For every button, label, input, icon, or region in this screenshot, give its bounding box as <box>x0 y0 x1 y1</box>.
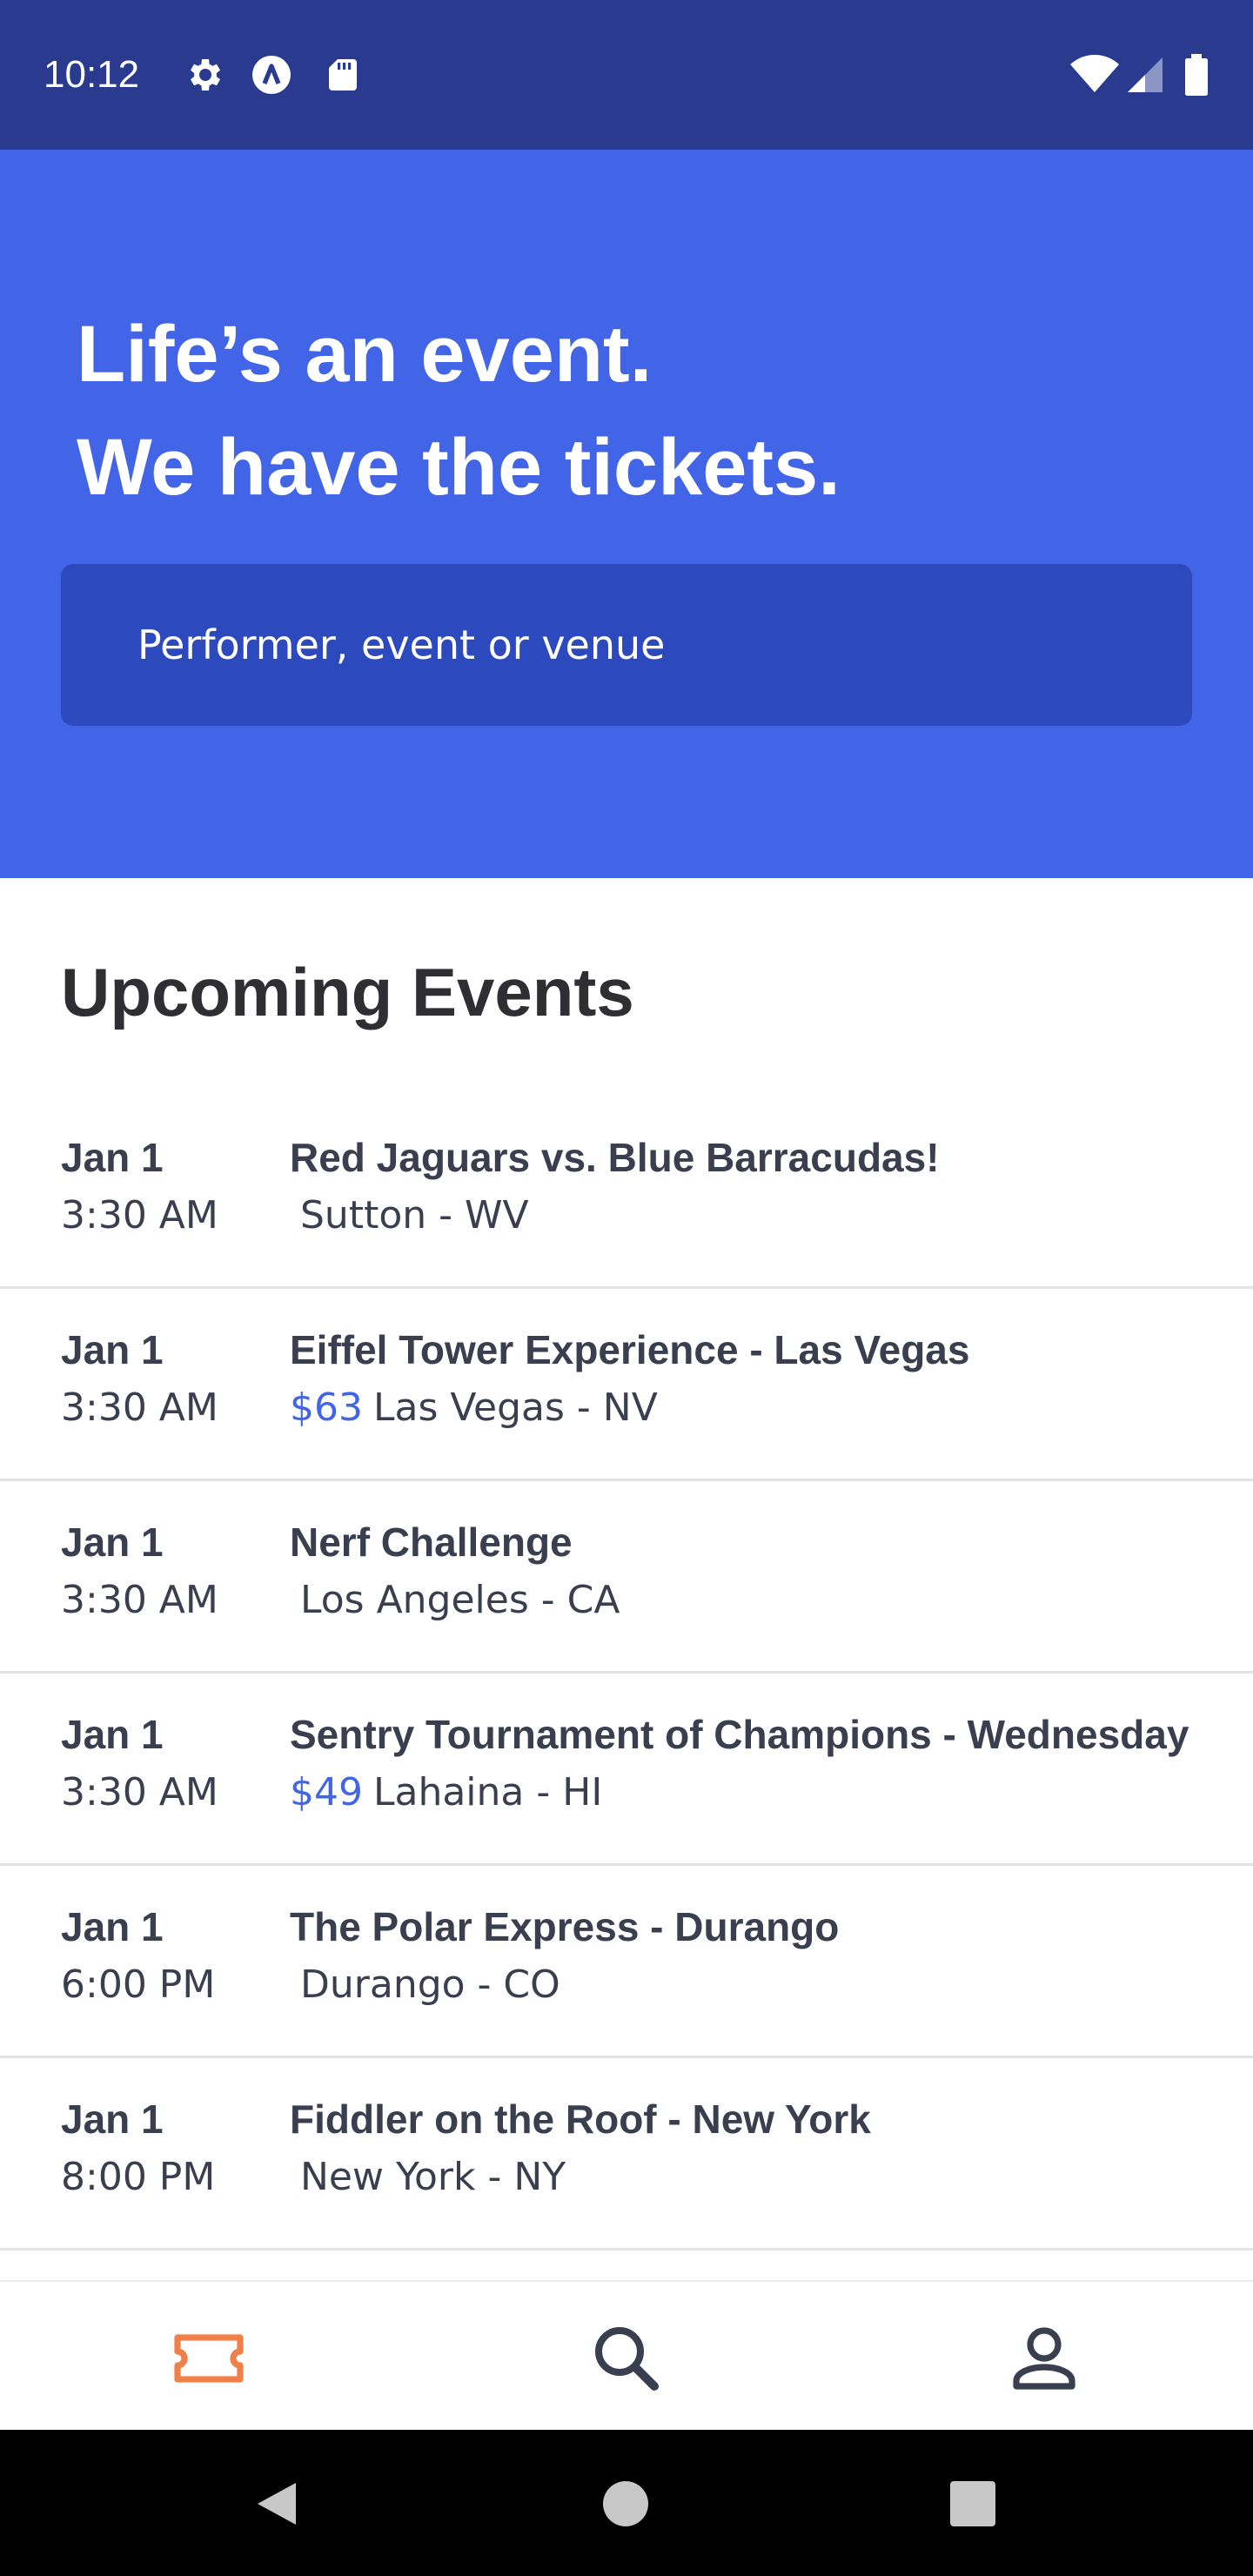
event-row[interactable]: Jan 1 8:00 PM Fiddler on the Roof - New … <box>0 2058 1253 2251</box>
event-subline: $63 Las Vegas - NV <box>290 1385 658 1432</box>
hero-title: Life’s an event. We have the tickets. <box>77 298 1208 524</box>
gear-icon <box>184 54 226 96</box>
status-bar: 10:12 <box>0 0 1253 150</box>
event-time: 8:00 PM <box>61 2155 216 2199</box>
section-title: Upcoming Events <box>61 954 634 1030</box>
search-box[interactable] <box>61 564 1192 726</box>
recents-square-icon <box>950 2481 995 2526</box>
event-date: Jan 1 <box>61 2096 164 2142</box>
event-name: Fiddler on the Roof - New York <box>290 2096 871 2142</box>
event-location: Lahaina - HI <box>372 1770 603 1815</box>
event-subline: New York - NY <box>290 2154 566 2201</box>
event-date: Jan 1 <box>61 1904 164 1949</box>
event-list: Jan 1 3:30 AM Red Jaguars vs. Blue Barra… <box>0 1097 1253 2251</box>
event-location: New York - NY <box>300 2155 566 2199</box>
event-time: 3:30 AM <box>61 1385 218 1430</box>
event-name: Red Jaguars vs. Blue Barracudas! <box>290 1135 940 1180</box>
event-subline: Los Angeles - CA <box>290 1577 620 1624</box>
nav-profile[interactable] <box>1002 2317 1086 2400</box>
event-row[interactable]: Jan 1 3:30 AM Red Jaguars vs. Blue Barra… <box>0 1097 1253 1289</box>
status-time: 10:12 <box>44 53 140 96</box>
recents-button[interactable] <box>942 2473 1003 2534</box>
event-time: 6:00 PM <box>61 1962 216 2007</box>
event-row[interactable]: Jan 1 6:00 PM The Polar Express - Durang… <box>0 1866 1253 2058</box>
back-button[interactable] <box>246 2473 307 2534</box>
event-date: Jan 1 <box>61 1327 164 1372</box>
profile-icon <box>1013 2327 1075 2390</box>
event-date: Jan 1 <box>61 1712 164 1757</box>
event-subline: Sutton - WV <box>290 1192 529 1239</box>
system-nav-bar <box>0 2430 1253 2576</box>
home-button[interactable] <box>595 2473 656 2534</box>
wifi-icon <box>1070 54 1119 96</box>
event-date: Jan 1 <box>61 1519 164 1565</box>
event-name: Sentry Tournament of Champions - Wednesd… <box>290 1712 1189 1757</box>
nav-tickets[interactable] <box>167 2317 251 2400</box>
search-input[interactable] <box>61 564 1192 726</box>
event-row[interactable]: Jan 1 3:30 AM Nerf Challenge Los Angeles… <box>0 1481 1253 1674</box>
event-location: Los Angeles - CA <box>300 1578 620 1622</box>
event-name: The Polar Express - Durango <box>290 1904 840 1949</box>
hero-title-line1: Life’s an event. <box>77 310 653 399</box>
event-date: Jan 1 <box>61 1135 164 1180</box>
bottom-nav <box>0 2280 1253 2430</box>
event-price: $63 <box>290 1385 363 1430</box>
sd-card-icon <box>322 54 364 96</box>
event-row[interactable]: Jan 1 3:30 AM Sentry Tournament of Champ… <box>0 1674 1253 1866</box>
event-name: Eiffel Tower Experience - Las Vegas <box>290 1327 970 1372</box>
event-row[interactable]: Jan 1 3:30 AM Eiffel Tower Experience - … <box>0 1289 1253 1481</box>
search-icon <box>595 2327 659 2391</box>
cell-signal-icon <box>1124 54 1163 96</box>
a-circle-icon <box>251 54 292 96</box>
event-subline: $49 Lahaina - HI <box>290 1769 602 1816</box>
event-time: 3:30 AM <box>61 1193 218 1238</box>
hero-title-line2: We have the tickets. <box>77 423 841 512</box>
back-triangle-icon <box>258 2483 296 2525</box>
event-time: 3:30 AM <box>61 1770 218 1815</box>
home-circle-icon <box>603 2481 648 2526</box>
battery-icon <box>1183 54 1209 96</box>
event-location: Sutton - WV <box>300 1193 529 1238</box>
event-price: $49 <box>290 1770 363 1815</box>
event-subline: Durango - CO <box>290 1962 560 2009</box>
event-location: Las Vegas - NV <box>372 1385 658 1430</box>
event-location: Durango - CO <box>300 1962 560 2007</box>
nav-search[interactable] <box>585 2317 668 2400</box>
event-time: 3:30 AM <box>61 1578 218 1622</box>
ticket-icon <box>174 2334 244 2383</box>
event-name: Nerf Challenge <box>290 1519 573 1565</box>
hero-banner: Life’s an event. We have the tickets. <box>0 150 1253 878</box>
